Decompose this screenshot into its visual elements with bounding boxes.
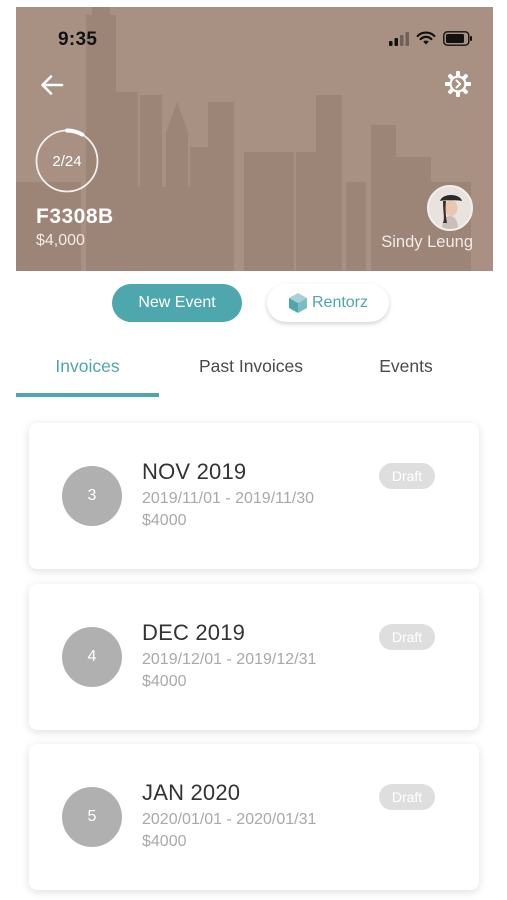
tenant-name: Sindy Leung bbox=[381, 233, 473, 251]
property-header: 9:35 2/24 F3308B $4,000 Sindy Leung bbox=[16, 7, 493, 271]
invoice-date-range: 2019/12/01 - 2019/12/31 bbox=[142, 651, 317, 668]
active-tab-indicator bbox=[16, 393, 159, 397]
rentorz-label: Rentorz bbox=[311, 294, 369, 311]
rentorz-logo-icon bbox=[288, 293, 307, 313]
invoice-date-range: 2020/01/01 - 2020/01/31 bbox=[142, 811, 317, 828]
invoice-amount: $4000 bbox=[142, 673, 187, 690]
invoice-card[interactable]: 4 DEC 2019 2019/12/01 - 2019/12/31 $4000… bbox=[29, 584, 479, 730]
lease-progress-text: 2/24 bbox=[52, 152, 82, 170]
invoice-status-badge: Draft bbox=[379, 624, 435, 650]
invoice-number-badge: 3 bbox=[62, 466, 122, 526]
back-button[interactable] bbox=[38, 71, 66, 99]
invoice-card[interactable]: 3 NOV 2019 2019/11/01 - 2019/11/30 $4000… bbox=[29, 423, 479, 569]
invoice-month: JAN 2020 bbox=[142, 780, 241, 805]
status-icons bbox=[389, 31, 473, 46]
unit-price: $4,000 bbox=[36, 232, 85, 249]
invoice-card[interactable]: 5 JAN 2020 2020/01/01 - 2020/01/31 $4000… bbox=[29, 744, 479, 890]
invoice-number-badge: 5 bbox=[62, 787, 122, 847]
invoice-amount: $4000 bbox=[142, 833, 187, 850]
invoice-status-badge: Draft bbox=[379, 784, 435, 810]
tab-bar: Invoices Past Invoices Events bbox=[16, 344, 493, 398]
new-event-button[interactable]: New Event bbox=[112, 284, 242, 322]
wifi-icon bbox=[416, 31, 436, 45]
tab-invoices[interactable]: Invoices bbox=[16, 344, 159, 388]
invoice-month: DEC 2019 bbox=[142, 620, 246, 645]
unit-code: F3308B bbox=[36, 205, 114, 228]
tab-events[interactable]: Events bbox=[356, 344, 456, 388]
invoice-number-badge: 4 bbox=[62, 627, 122, 687]
invoice-month: NOV 2019 bbox=[142, 459, 247, 484]
invoice-amount: $4000 bbox=[142, 512, 187, 529]
gear-icon bbox=[445, 71, 471, 97]
avatar-image bbox=[429, 187, 471, 229]
tab-past-invoices[interactable]: Past Invoices bbox=[171, 344, 331, 388]
invoice-date-range: 2019/11/01 - 2019/11/30 bbox=[142, 490, 314, 507]
cellular-signal-icon bbox=[389, 31, 409, 46]
status-time: 9:35 bbox=[58, 29, 98, 50]
invoice-status-badge: Draft bbox=[379, 463, 435, 489]
tenant-avatar[interactable] bbox=[427, 185, 473, 231]
arrow-left-icon bbox=[41, 75, 64, 95]
settings-button[interactable] bbox=[443, 69, 473, 99]
rentorz-button[interactable]: Rentorz bbox=[267, 284, 389, 322]
battery-icon bbox=[443, 31, 472, 46]
